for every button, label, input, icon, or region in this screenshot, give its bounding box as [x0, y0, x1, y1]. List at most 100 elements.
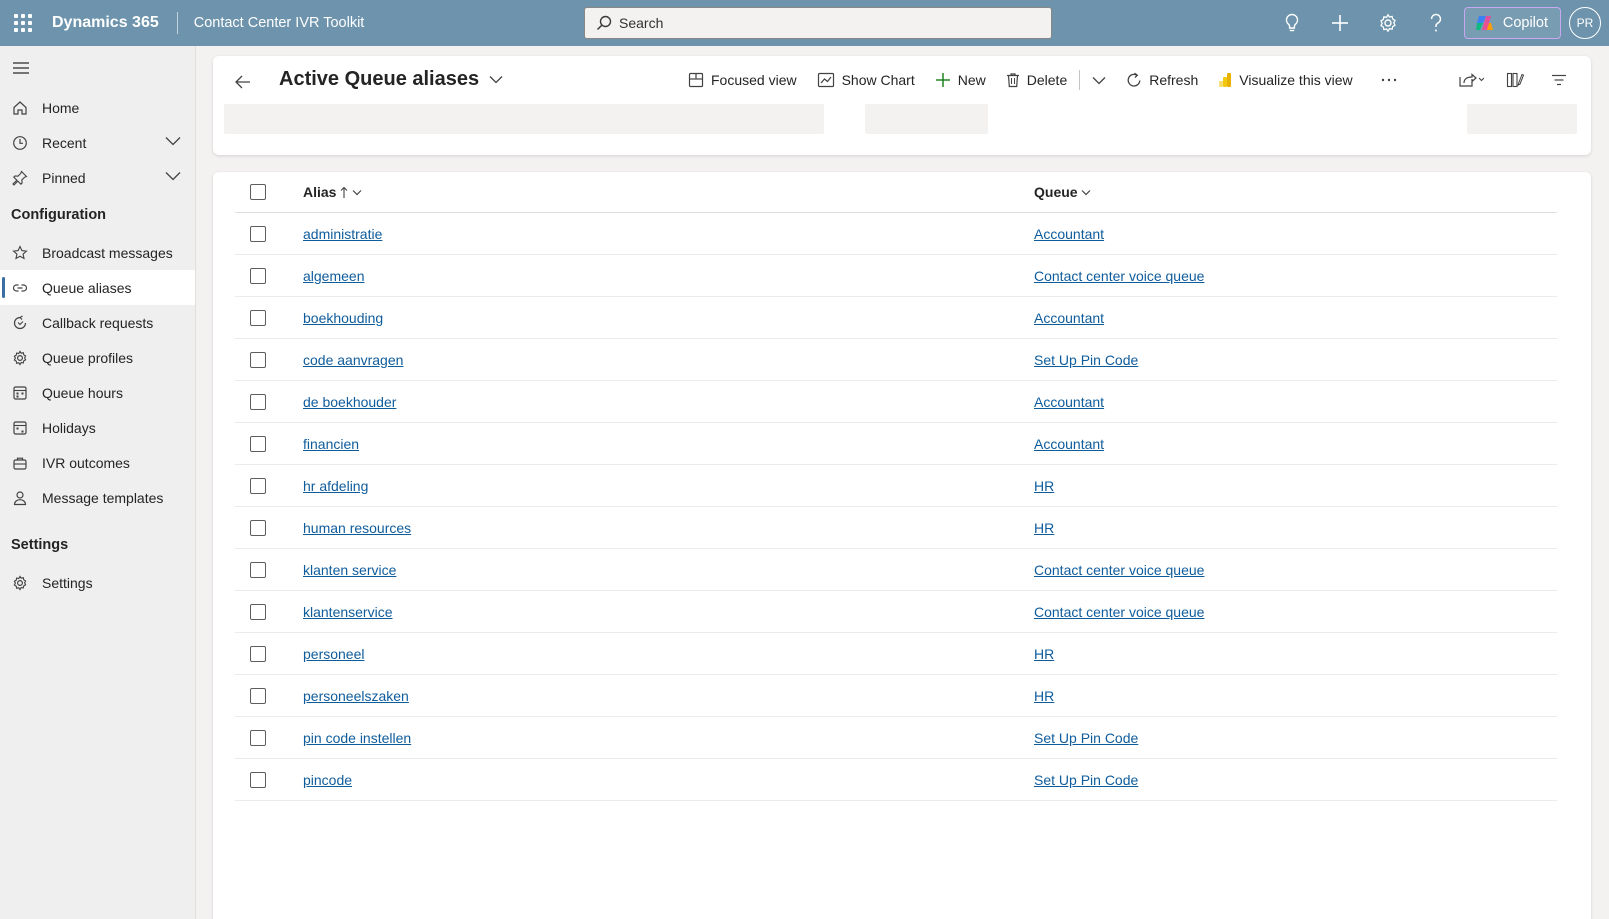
- queue-link[interactable]: Set Up Pin Code: [1034, 772, 1138, 788]
- brand-name[interactable]: Dynamics 365: [46, 14, 177, 32]
- help-button[interactable]: [1412, 0, 1460, 46]
- more-commands-dropdown[interactable]: [1082, 66, 1116, 94]
- alias-link[interactable]: pincode: [303, 772, 352, 788]
- row-checkbox[interactable]: [250, 267, 266, 284]
- queue-link[interactable]: HR: [1034, 520, 1054, 536]
- delete-button[interactable]: Delete: [996, 66, 1077, 94]
- alias-link[interactable]: administratie: [303, 226, 382, 242]
- visualize-view-button[interactable]: Visualize this view: [1208, 66, 1362, 94]
- alias-link[interactable]: boekhouding: [303, 310, 383, 326]
- view-selector[interactable]: Active Queue aliases: [279, 68, 503, 91]
- row-checkbox[interactable]: [250, 393, 266, 410]
- table-row[interactable]: code aanvragen Set Up Pin Code: [235, 339, 1557, 381]
- focused-view-button[interactable]: Focused view: [678, 66, 807, 94]
- avatar[interactable]: PR: [1569, 7, 1601, 39]
- alias-link[interactable]: hr afdeling: [303, 478, 368, 494]
- settings-button[interactable]: [1364, 0, 1412, 46]
- sort-ascending-icon: [341, 186, 348, 198]
- refresh-button[interactable]: Refresh: [1116, 66, 1208, 94]
- alias-link[interactable]: code aanvragen: [303, 352, 403, 368]
- alias-link[interactable]: pin code instellen: [303, 730, 411, 746]
- alias-link[interactable]: klantenservice: [303, 604, 393, 620]
- alias-link[interactable]: klanten service: [303, 562, 396, 578]
- column-header-alias[interactable]: Alias: [303, 184, 362, 200]
- queue-link[interactable]: Contact center voice queue: [1034, 562, 1204, 578]
- alias-link[interactable]: personeelszaken: [303, 688, 409, 704]
- column-header-queue[interactable]: Queue: [1034, 184, 1091, 200]
- chevron-down-icon: [353, 189, 362, 195]
- alias-link[interactable]: algemeen: [303, 268, 365, 284]
- table-row[interactable]: klanten service Contact center voice que…: [235, 549, 1557, 591]
- search-box[interactable]: Search: [584, 7, 1052, 39]
- app-launcher-button[interactable]: [0, 0, 46, 46]
- table-row[interactable]: pin code instellen Set Up Pin Code: [235, 717, 1557, 759]
- row-checkbox[interactable]: [250, 561, 266, 578]
- queue-link[interactable]: Contact center voice queue: [1034, 268, 1204, 284]
- more-options-button[interactable]: [1363, 66, 1407, 94]
- sidebar-item-holidays[interactable]: Holidays: [0, 410, 195, 445]
- queue-link[interactable]: Accountant: [1034, 436, 1104, 452]
- row-checkbox[interactable]: [250, 519, 266, 536]
- sidebar-item-queue-aliases[interactable]: Queue aliases: [0, 270, 195, 305]
- queue-link[interactable]: Set Up Pin Code: [1034, 730, 1138, 746]
- table-row[interactable]: personeelszaken HR: [235, 675, 1557, 717]
- sidebar-item-callback-requests[interactable]: Callback requests: [0, 305, 195, 340]
- chevron-down-icon[interactable]: [165, 171, 181, 181]
- queue-link[interactable]: Contact center voice queue: [1034, 604, 1204, 620]
- lightbulb-button[interactable]: [1268, 0, 1316, 46]
- queue-link[interactable]: Accountant: [1034, 310, 1104, 326]
- row-checkbox[interactable]: [250, 645, 266, 662]
- queue-link[interactable]: HR: [1034, 478, 1054, 494]
- sidebar-item-pinned[interactable]: Pinned: [0, 160, 195, 195]
- alias-link[interactable]: personeel: [303, 646, 365, 662]
- table-row[interactable]: klantenservice Contact center voice queu…: [235, 591, 1557, 633]
- row-checkbox[interactable]: [250, 309, 266, 326]
- app-name[interactable]: Contact Center IVR Toolkit: [178, 15, 365, 31]
- share-button[interactable]: [1449, 66, 1493, 94]
- row-checkbox[interactable]: [250, 771, 266, 788]
- table-row[interactable]: hr afdeling HR: [235, 465, 1557, 507]
- edit-columns-button[interactable]: [1493, 66, 1537, 94]
- table-row[interactable]: financien Accountant: [235, 423, 1557, 465]
- row-checkbox[interactable]: [250, 603, 266, 620]
- queue-link[interactable]: Set Up Pin Code: [1034, 352, 1138, 368]
- row-checkbox[interactable]: [250, 225, 266, 242]
- queue-link[interactable]: HR: [1034, 688, 1054, 704]
- collapse-nav-button[interactable]: [0, 46, 195, 90]
- row-checkbox[interactable]: [250, 351, 266, 368]
- row-checkbox[interactable]: [250, 435, 266, 452]
- edit-filters-button[interactable]: [1537, 66, 1581, 94]
- new-button[interactable]: New: [925, 66, 996, 94]
- table-row[interactable]: algemeen Contact center voice queue: [235, 255, 1557, 297]
- select-all-checkbox[interactable]: [250, 184, 266, 200]
- show-chart-button[interactable]: Show Chart: [807, 66, 925, 94]
- sidebar-item-broadcast-messages[interactable]: Broadcast messages: [0, 235, 195, 270]
- queue-link[interactable]: Accountant: [1034, 226, 1104, 242]
- table-row[interactable]: de boekhouder Accountant: [235, 381, 1557, 423]
- sidebar-item-queue-hours[interactable]: Queue hours: [0, 375, 195, 410]
- table-row[interactable]: pincode Set Up Pin Code: [235, 759, 1557, 801]
- row-checkbox[interactable]: [250, 477, 266, 494]
- table-row[interactable]: human resources HR: [235, 507, 1557, 549]
- queue-link[interactable]: Accountant: [1034, 394, 1104, 410]
- table-row[interactable]: personeel HR: [235, 633, 1557, 675]
- alias-link[interactable]: financien: [303, 436, 359, 452]
- table-row[interactable]: boekhouding Accountant: [235, 297, 1557, 339]
- sidebar-item-message-templates[interactable]: Message templates: [0, 480, 195, 515]
- alias-link[interactable]: de boekhouder: [303, 394, 396, 410]
- sidebar-item-queue-profiles[interactable]: Queue profiles: [0, 340, 195, 375]
- copilot-button[interactable]: Copilot: [1463, 7, 1561, 39]
- sidebar-item-home[interactable]: Home: [0, 90, 195, 125]
- sidebar-item-recent[interactable]: Recent: [0, 125, 195, 160]
- row-checkbox[interactable]: [250, 687, 266, 704]
- sidebar-item-settings[interactable]: Settings: [0, 565, 195, 600]
- chevron-down-icon[interactable]: [165, 136, 181, 146]
- queue-link[interactable]: HR: [1034, 646, 1054, 662]
- row-checkbox[interactable]: [250, 729, 266, 746]
- back-button[interactable]: [231, 70, 255, 94]
- table-row[interactable]: administratie Accountant: [235, 213, 1557, 255]
- sidebar-item-ivr-outcomes[interactable]: IVR outcomes: [0, 445, 195, 480]
- alias-link[interactable]: human resources: [303, 520, 411, 536]
- add-button[interactable]: [1316, 0, 1364, 46]
- clock-icon: [12, 135, 28, 151]
